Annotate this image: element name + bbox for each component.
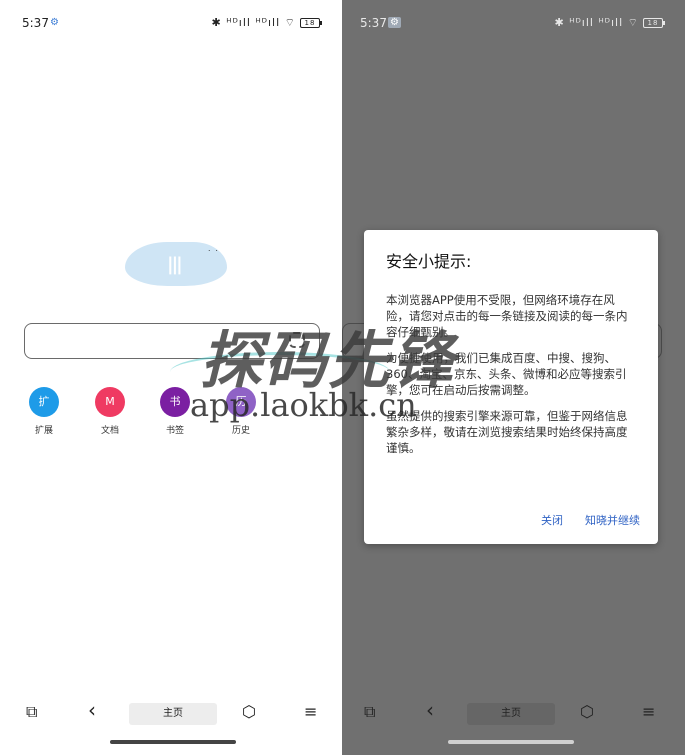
dialog-paragraph-3: 虽然提供的搜索引擎来源可靠，但鉴于网络信息繁杂多样，敬请在浏览搜索结果时始终保持… <box>386 409 628 455</box>
status-icons: ✱ ᴴᴰıll ᴴᴰıll ⌔ 18 <box>211 16 322 30</box>
battery-icon: 18 <box>643 18 665 28</box>
dialog-title: 安全小提示: <box>386 252 472 271</box>
bottom-navbar: ⧉ ‹ 主页 ⬡ ≡ <box>342 698 685 730</box>
shortcut-bookmarks[interactable]: 书 书签 <box>155 387 195 436</box>
menu-icon[interactable]: ≡ <box>642 702 655 721</box>
status-time: 5:37 <box>360 16 387 30</box>
home-button[interactable]: 主页 <box>129 703 217 725</box>
shortcut-history[interactable]: 历 历史 <box>221 387 261 436</box>
status-bar: 5:37 ⚙ ✱ ᴴᴰıll ᴴᴰıll ⌔ 18 <box>4 14 342 34</box>
signal-icons: ✱ ᴴᴰıll ᴴᴰıll ⌔ <box>554 16 639 29</box>
history-icon: 历 <box>226 387 256 417</box>
signal-icons: ✱ ᴴᴰıll ᴴᴰıll ⌔ <box>211 16 296 29</box>
home-icon[interactable]: ⬡ <box>580 702 594 721</box>
gesture-bar <box>448 740 574 744</box>
bottom-navbar: ⧉ ‹ 主页 ⬡ ≡ <box>4 698 342 730</box>
battery-icon: 18 <box>300 18 322 28</box>
shortcut-grid: 扩 扩展 M 文档 书 书签 历 历史 <box>24 387 264 437</box>
logo-dots: ˙ ˙ <box>207 250 219 260</box>
safety-tip-dialog: 安全小提示: 本浏览器APP使用不受限，但网络环境存在风险，请您对点击的每一条链… <box>364 230 658 544</box>
tabs-icon[interactable]: ⧉ <box>26 702 37 722</box>
close-button[interactable]: 关闭 <box>541 512 563 528</box>
home-button[interactable]: 主页 <box>467 703 555 725</box>
dialog-paragraph-2: 为便捷使用，我们已集成百度、中搜、搜狗、360、淘宝、京东、头条、微博和必应等搜… <box>386 351 627 397</box>
menu-icon[interactable]: ≡ <box>304 702 317 721</box>
logo-mark: ||| <box>167 254 183 275</box>
sync-icon: ⚙ <box>388 17 401 28</box>
sync-icon: ⚙ <box>50 17 59 28</box>
back-icon[interactable]: ‹ <box>426 698 434 722</box>
shortcut-documents[interactable]: M 文档 <box>90 387 130 436</box>
dialog-buttons: 关闭 知晓并继续 <box>541 512 640 528</box>
browser-logo: ||| ˙ ˙ <box>125 242 227 286</box>
dialog-paragraph-1: 本浏览器APP使用不受限，但网络环境存在风险，请您对点击的每一条链接及阅读的每一… <box>386 293 628 339</box>
dialog-screen: 5:37 ⚙ ✱ ᴴᴰıll ᴴᴰıll ⌔ 18 安全小提示: 本浏览器APP… <box>342 0 685 755</box>
browser-home-screen: 5:37 ⚙ ✱ ᴴᴰıll ᴴᴰıll ⌔ 18 ||| ˙ ˙ 扩 扩展 M… <box>0 0 342 755</box>
scan-icon[interactable] <box>289 332 305 348</box>
status-time: 5:37 <box>22 16 49 30</box>
continue-button[interactable]: 知晓并继续 <box>585 512 640 528</box>
shortcut-label: 历史 <box>231 426 250 436</box>
shortcut-label: 扩展 <box>34 426 53 436</box>
shortcut-label: 书签 <box>165 426 184 436</box>
status-icons: ✱ ᴴᴰıll ᴴᴰıll ⌔ 18 <box>554 16 665 30</box>
status-bar: 5:37 ⚙ ✱ ᴴᴰıll ᴴᴰıll ⌔ 18 <box>342 14 685 34</box>
shortcut-label: 文档 <box>100 426 119 436</box>
shortcut-extensions[interactable]: 扩 扩展 <box>24 387 64 436</box>
back-icon[interactable]: ‹ <box>88 698 96 722</box>
extensions-icon: 扩 <box>29 387 59 417</box>
home-icon[interactable]: ⬡ <box>242 702 256 721</box>
documents-icon: M <box>95 387 125 417</box>
gesture-bar <box>110 740 236 744</box>
bookmarks-icon: 书 <box>160 387 190 417</box>
search-input[interactable] <box>24 323 320 359</box>
tabs-icon[interactable]: ⧉ <box>364 702 375 722</box>
